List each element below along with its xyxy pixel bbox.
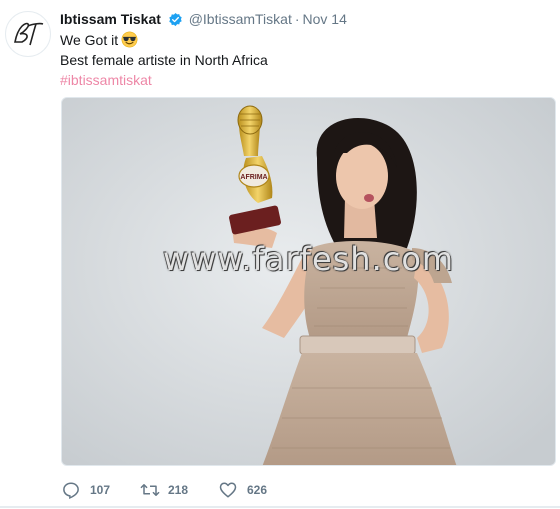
tweet-text-line-1: We Got it bbox=[60, 32, 119, 48]
display-name[interactable]: Ibtissam Tiskat bbox=[60, 11, 161, 27]
user-handle[interactable]: @IbtissamTiskat bbox=[189, 11, 292, 27]
like-count: 626 bbox=[247, 483, 268, 497]
tweet[interactable]: BT Ibtissam Tiskat @IbtissamTiskat · Nov 1… bbox=[0, 0, 560, 509]
photo-illustration: AFRIMA bbox=[62, 98, 555, 465]
separator-dot: · bbox=[294, 11, 300, 27]
reply-count: 107 bbox=[90, 483, 111, 497]
tweet-header: Ibtissam Tiskat @IbtissamTiskat · Nov 14 bbox=[60, 10, 347, 30]
verified-badge-icon bbox=[168, 12, 183, 31]
tweet-text: We Got it Best female artiste in North A… bbox=[60, 31, 540, 91]
tweet-text-line-2: Best female artiste in North Africa bbox=[60, 52, 268, 68]
retweet-count: 218 bbox=[168, 483, 189, 497]
trophy-label: AFRIMA bbox=[240, 174, 267, 181]
reply-icon bbox=[63, 482, 79, 499]
divider bbox=[0, 506, 560, 508]
avatar-text: BT bbox=[6, 12, 8, 13]
sunglasses-emoji-icon bbox=[121, 31, 138, 53]
timestamp-link[interactable]: Nov 14 bbox=[303, 11, 347, 27]
heart-icon bbox=[219, 482, 237, 498]
avatar-logo: BT bbox=[6, 12, 44, 46]
avatar[interactable]: BT bbox=[5, 11, 51, 57]
retweet-icon bbox=[140, 484, 160, 496]
hashtag-link[interactable]: #ibtissamtiskat bbox=[60, 72, 152, 88]
tweet-photo[interactable]: AFRIMA www.farfesh.com bbox=[61, 97, 556, 466]
